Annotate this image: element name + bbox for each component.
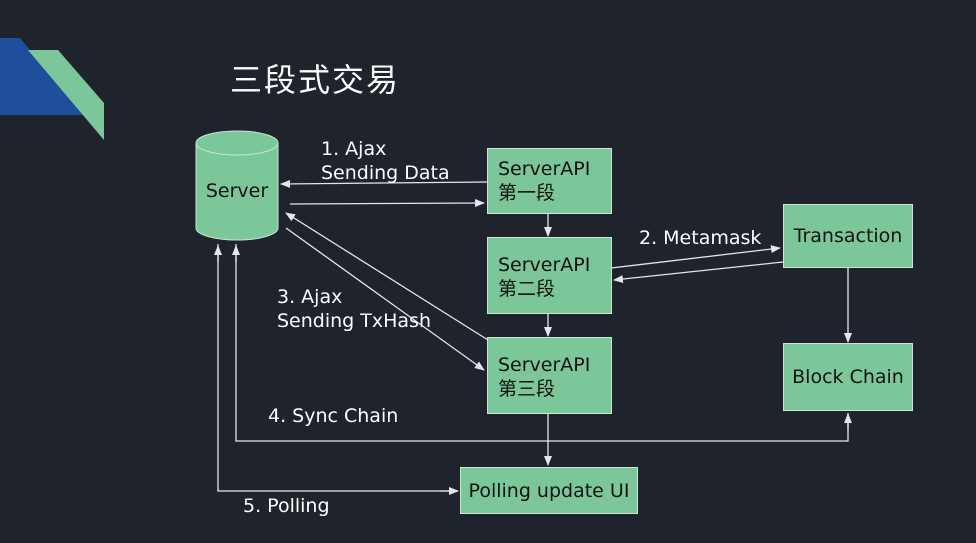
node-serverapi-2-line2: 第二段 xyxy=(498,278,556,300)
edge-label-metamask-2-line1: 2. Metamask xyxy=(639,227,762,249)
edge-label-polling-5-line1: 5. Polling xyxy=(243,495,330,517)
edge-label-polling-5: 5. Polling xyxy=(243,494,330,518)
node-serverapi-1-line1: ServerAPI xyxy=(498,158,591,180)
node-polling-update-ui-label: Polling update UI xyxy=(468,479,630,502)
edge-label-ajax-1-line2: Sending Data xyxy=(321,162,450,184)
arrow-server-to-api1 xyxy=(289,199,485,208)
slide: 三段式交易 Server ServerAPI 第一段 ServerAPI 第二段… xyxy=(0,0,976,543)
edge-label-ajax-1: 1. Ajax Sending Data xyxy=(321,137,450,185)
node-blockchain: Block Chain xyxy=(783,343,913,411)
edge-label-ajax-3-line1: 3. Ajax xyxy=(277,286,343,308)
edge-label-ajax-3-line2: Sending TxHash xyxy=(277,310,431,332)
node-serverapi-2: ServerAPI 第二段 xyxy=(487,237,612,314)
node-transaction-label: Transaction xyxy=(793,225,903,247)
node-serverapi-2-line1: ServerAPI xyxy=(498,254,591,276)
node-blockchain-label: Block Chain xyxy=(792,366,904,388)
edge-label-sync-4-line1: 4. Sync Chain xyxy=(268,405,399,427)
node-server-label: Server xyxy=(205,180,269,202)
node-serverapi-3-line1: ServerAPI xyxy=(498,354,591,376)
node-serverapi-1-line2: 第一段 xyxy=(498,182,556,204)
edge-label-ajax-1-line1: 1. Ajax xyxy=(321,138,387,160)
node-serverapi-3-line2: 第三段 xyxy=(498,378,556,400)
node-transaction: Transaction xyxy=(783,204,913,268)
edge-label-ajax-3: 3. Ajax Sending TxHash xyxy=(277,285,431,333)
node-polling-update-ui: Polling update UI xyxy=(460,467,638,514)
node-serverapi-3: ServerAPI 第三段 xyxy=(487,337,612,414)
arrow-polling xyxy=(217,244,455,492)
edge-label-sync-4: 4. Sync Chain xyxy=(268,404,398,428)
edge-label-metamask-2: 2. Metamask xyxy=(639,226,761,250)
node-serverapi-1: ServerAPI 第一段 xyxy=(487,148,612,214)
